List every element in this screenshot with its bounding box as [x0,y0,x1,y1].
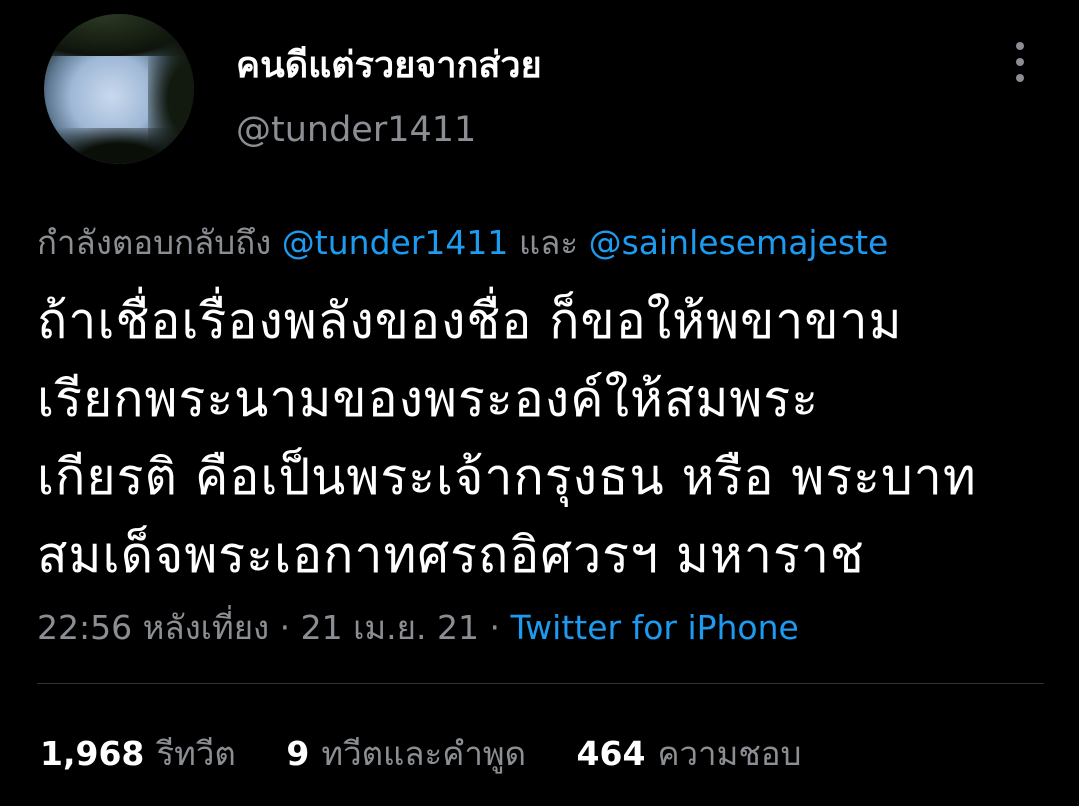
tweet-stats: 1,968 รีทวีต 9 ทวีตและคำพูด 464 ความชอบ [40,727,842,780]
tweet-text: ถ้าเชื่อเรื่องพลังของชื่อ ก็ขอให้พขาขาม … [37,282,1057,594]
divider [37,683,1044,684]
retweets-stat[interactable]: 1,968 รีทวีต [40,727,236,780]
retweets-label: รีทวีต [156,734,236,773]
tweet-source-link[interactable]: Twitter for iPhone [510,608,798,647]
more-options-icon[interactable] [1006,40,1034,84]
mention-link-sainlesemajeste[interactable]: @sainlesemajeste [589,223,889,262]
mention-link-tunder1411[interactable]: @tunder1411 [282,223,509,262]
tweet-time[interactable]: 22:56 หลังเที่ยง [37,608,269,647]
display-name[interactable]: คนดีแต่รวยจากส่วย [236,36,542,93]
likes-stat[interactable]: 464 ความชอบ [577,727,802,780]
more-dot [1016,74,1024,82]
replying-to-joiner: และ [518,223,579,262]
replying-to-line: กำลังตอบกลับถึง @tunder1411 และ @sainles… [37,216,888,269]
likes-count: 464 [576,734,646,773]
tweet-text-line: เรียกพระนามของพระองค์ให้สมพระ [37,370,820,428]
likes-label: ความชอบ [657,734,802,773]
tweet-text-line: ถ้าเชื่อเรื่องพลังของชื่อ ก็ขอให้พขาขาม [37,292,903,350]
avatar[interactable] [44,14,194,164]
tweet-text-line: เกียรติ คือเป็นพระเจ้ากรุงธน หรือ พระบาท [37,448,977,506]
meta-separator: · [279,608,291,647]
replying-to-label: กำลังตอบกลับถึง [37,223,272,262]
tweet-date[interactable]: 21 เม.ย. 21 [301,608,479,647]
meta-separator: · [489,608,500,647]
tweet-meta: 22:56 หลังเที่ยง · 21 เม.ย. 21 · Twitter… [37,601,799,654]
quotes-count: 9 [286,734,310,773]
tweet-text-line: สมเด็จพระเอกาทศรถอิศวรฯ มหาราช [37,526,865,584]
user-handle[interactable]: @tunder1411 [236,110,476,150]
quotes-label: ทวีตและคำพูด [321,734,527,773]
more-dot [1016,58,1024,66]
avatar-foliage-bottom [44,128,194,164]
retweets-count: 1,968 [40,734,145,773]
more-dot [1016,42,1024,50]
quotes-stat[interactable]: 9 ทวีตและคำพูด [286,727,526,780]
